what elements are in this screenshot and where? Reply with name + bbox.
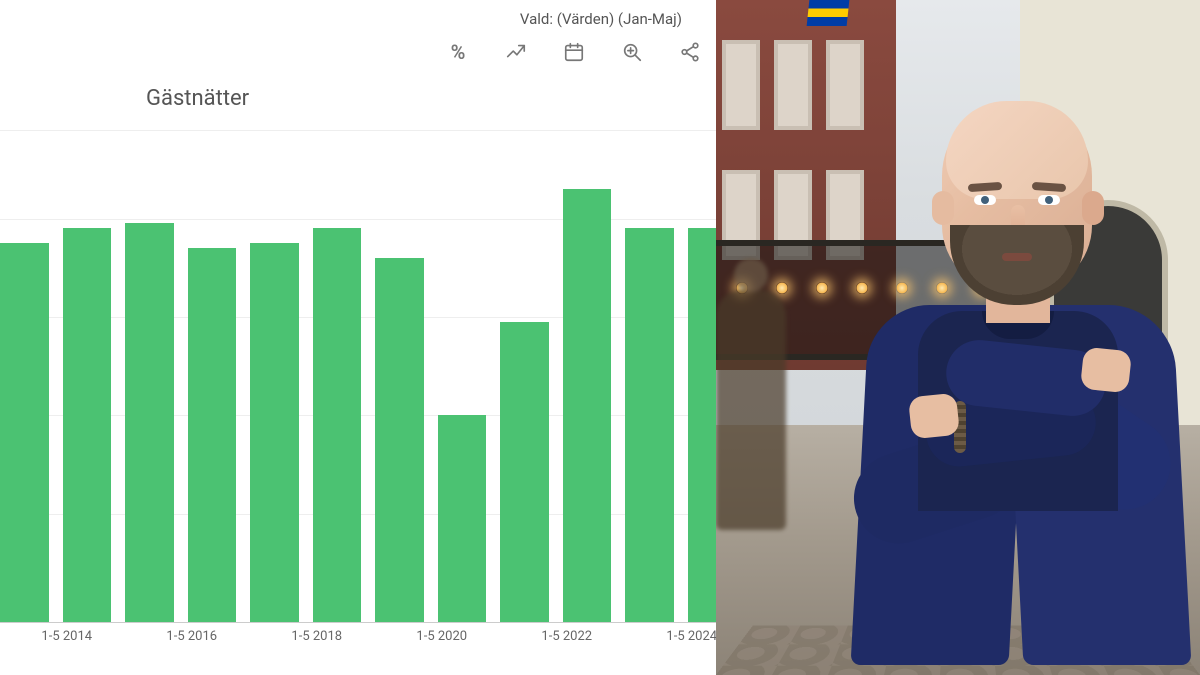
line-chart-icon[interactable] <box>500 36 532 68</box>
person <box>846 95 1186 675</box>
selection-label: Vald: (Värden) (Jan-Maj) <box>520 10 682 28</box>
chart-x-axis: 1-5 2014 1-5 2016 1-5 2018 1-5 2020 1-5 2022… <box>0 622 716 650</box>
chart-panel: Vald: (Värden) (Jan-Maj) % Gästnätter 1-… <box>0 0 716 675</box>
portrait-photo <box>716 0 1200 675</box>
share-icon[interactable] <box>674 36 706 68</box>
chart-area: 1-5 2014 1-5 2016 1-5 2018 1-5 2020 1-5 2022… <box>0 130 716 650</box>
chart-bar <box>63 228 112 622</box>
x-axis-tick: 1-5 2022 <box>541 629 592 644</box>
x-axis-tick: 1-5 2020 <box>416 629 467 644</box>
chart-bar <box>438 415 487 622</box>
chart-bar <box>0 243 49 622</box>
chart-bar <box>188 248 237 622</box>
chart-toolbar: % <box>442 36 706 68</box>
chart-bar <box>375 258 424 622</box>
chart-bar <box>125 223 174 622</box>
chart-plot: 1-5 2014 1-5 2016 1-5 2018 1-5 2020 1-5 2022… <box>0 130 716 650</box>
chart-bar <box>250 243 299 622</box>
chart-bar <box>625 228 674 622</box>
x-axis-tick: 1-5 2018 <box>291 629 342 644</box>
x-axis-tick: 1-5 2014 <box>41 629 92 644</box>
chart-title: Gästnätter <box>146 86 249 111</box>
x-axis-tick: 1-5 2016 <box>166 629 217 644</box>
percent-icon[interactable]: % <box>442 36 474 68</box>
chart-bar <box>313 228 362 622</box>
calendar-icon[interactable] <box>558 36 590 68</box>
chart-bar <box>563 189 612 622</box>
chart-bar <box>500 322 549 622</box>
chart-bars <box>0 130 716 622</box>
x-axis-tick: 1-5 2024 <box>666 629 717 644</box>
zoom-in-icon[interactable] <box>616 36 648 68</box>
photo-panel <box>716 0 1200 675</box>
